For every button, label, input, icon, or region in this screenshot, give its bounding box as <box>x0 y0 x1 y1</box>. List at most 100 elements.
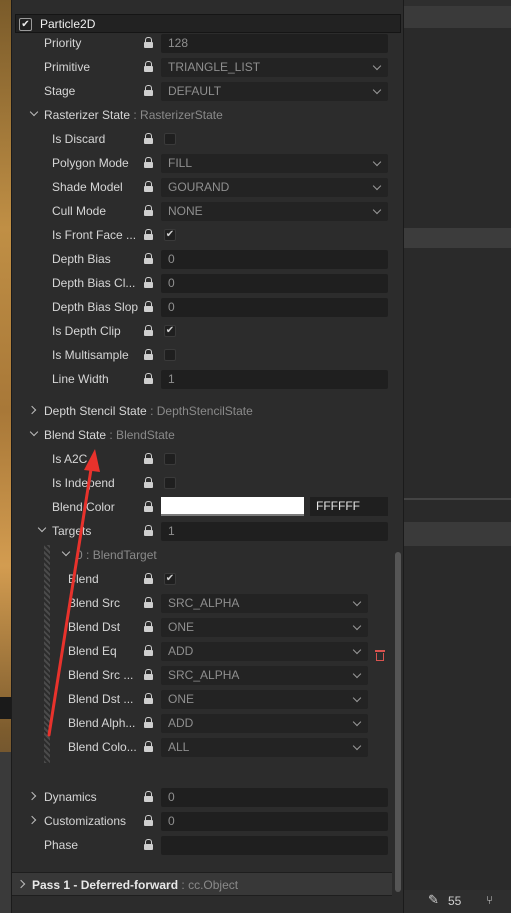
property-label: Depth Bias Slop <box>52 300 139 314</box>
lock-icon[interactable] <box>144 693 153 705</box>
lock-icon[interactable] <box>144 669 153 681</box>
chevron-down-icon <box>372 205 382 215</box>
lock-icon[interactable] <box>144 181 153 193</box>
lock-icon[interactable] <box>144 277 153 289</box>
property-stage: Stage DEFAULT <box>12 81 405 101</box>
is-multisample-checkbox[interactable] <box>164 349 176 361</box>
alpha-bar <box>161 514 304 516</box>
property-blend-dst: Blend Dst ONE <box>12 617 405 637</box>
expand-arrow-icon[interactable] <box>27 791 37 801</box>
depth-bias-input[interactable]: 0 <box>161 250 388 269</box>
lock-icon[interactable] <box>144 61 153 73</box>
lock-icon[interactable] <box>144 133 153 145</box>
dynamics-input[interactable]: 0 <box>161 788 388 807</box>
property-label: Is Discard <box>52 132 106 146</box>
line-width-input[interactable]: 1 <box>161 370 388 389</box>
branch-icon[interactable]: ⑂ <box>486 893 493 907</box>
chevron-down-icon <box>352 741 362 751</box>
lock-icon[interactable] <box>144 453 153 465</box>
rasterizer-state-section[interactable]: Rasterizer State : RasterizerState <box>12 105 405 125</box>
expand-arrow-icon[interactable] <box>61 547 71 557</box>
customizations-input[interactable]: 0 <box>161 812 388 831</box>
lock-icon[interactable] <box>144 205 153 217</box>
select-value: DEFAULT <box>168 84 222 98</box>
primitive-select[interactable]: TRIANGLE_LIST <box>161 58 388 77</box>
property-label: Dynamics <box>44 790 97 804</box>
lock-icon[interactable] <box>144 621 153 633</box>
lock-icon[interactable] <box>144 597 153 609</box>
inspector-panel: ✔ Particle2D Priority 128 Primitive TRIA… <box>11 0 404 913</box>
chevron-down-icon <box>352 717 362 727</box>
lock-icon[interactable] <box>144 525 153 537</box>
expand-arrow-icon[interactable] <box>27 405 37 415</box>
blend-dst-select[interactable]: ONE <box>161 618 368 637</box>
lock-icon[interactable] <box>144 573 153 585</box>
expand-arrow-icon[interactable] <box>29 107 39 117</box>
stage-select[interactable]: DEFAULT <box>161 82 388 101</box>
cull-mode-select[interactable]: NONE <box>161 202 388 221</box>
chevron-down-icon <box>352 669 362 679</box>
is-front-face-checkbox[interactable]: ✔ <box>164 229 176 241</box>
lock-icon[interactable] <box>144 37 153 49</box>
blend-target-0[interactable]: 0 : BlendTarget <box>12 545 405 565</box>
is-a2c-checkbox[interactable] <box>164 453 176 465</box>
property-blend-color-mask: Blend Colo... ALL <box>12 737 405 757</box>
pencil-icon[interactable]: ✎ <box>428 892 439 908</box>
blend-checkbox[interactable]: ✔ <box>164 573 176 585</box>
property-label: Phase <box>44 838 79 852</box>
lock-icon[interactable] <box>144 717 153 729</box>
lock-icon[interactable] <box>144 741 153 753</box>
lock-icon[interactable] <box>144 301 153 313</box>
targets-count-input[interactable]: 1 <box>161 522 388 541</box>
lock-icon[interactable] <box>144 791 153 803</box>
is-discard-checkbox[interactable] <box>164 133 176 145</box>
blend-color-mask-select[interactable]: ALL <box>161 738 368 757</box>
is-depth-clip-checkbox[interactable]: ✔ <box>164 325 176 337</box>
property-cull-mode: Cull Mode NONE <box>12 201 405 221</box>
lock-icon[interactable] <box>144 373 153 385</box>
trash-icon[interactable] <box>375 650 385 661</box>
blend-eq-select[interactable]: ADD <box>161 642 368 661</box>
property-is-a2c: Is A2C <box>12 449 405 469</box>
adjacent-panel-row <box>404 228 511 248</box>
expand-arrow-icon[interactable] <box>27 815 37 825</box>
shade-model-select[interactable]: GOURAND <box>161 178 388 197</box>
expand-arrow-icon[interactable] <box>16 879 26 889</box>
property-label: Blend Colo... <box>68 740 137 754</box>
enable-checkbox[interactable]: ✔ <box>19 18 32 31</box>
depth-bias-clamp-input[interactable]: 0 <box>161 274 388 293</box>
expand-arrow-icon[interactable] <box>29 427 39 437</box>
is-independ-checkbox[interactable] <box>164 477 176 489</box>
lock-icon[interactable] <box>144 815 153 827</box>
property-is-front-face: Is Front Face ... ✔ <box>12 225 405 245</box>
blend-dst-alpha-select[interactable]: ONE <box>161 690 368 709</box>
expand-arrow-icon[interactable] <box>37 523 47 533</box>
lock-icon[interactable] <box>144 325 153 337</box>
chevron-down-icon <box>372 61 382 71</box>
lock-icon[interactable] <box>144 645 153 657</box>
blend-src-alpha-select[interactable]: SRC_ALPHA <box>161 666 368 685</box>
blend-state-section[interactable]: Blend State : BlendState <box>12 425 405 445</box>
lock-icon[interactable] <box>144 229 153 241</box>
blend-src-select[interactable]: SRC_ALPHA <box>161 594 368 613</box>
lock-icon[interactable] <box>144 477 153 489</box>
lock-icon[interactable] <box>144 85 153 97</box>
polygon-mode-select[interactable]: FILL <box>161 154 388 173</box>
adjacent-panel <box>404 0 511 913</box>
property-label: Priority <box>44 36 82 50</box>
lock-icon[interactable] <box>144 501 153 513</box>
priority-input[interactable]: 128 <box>161 34 388 53</box>
depth-bias-slop-input[interactable]: 0 <box>161 298 388 317</box>
component-header[interactable]: ✔ Particle2D <box>15 14 401 33</box>
lock-icon[interactable] <box>144 253 153 265</box>
pass-1-section[interactable]: Pass 1 - Deferred-forward : cc.Object <box>12 872 392 896</box>
blend-alpha-eq-select[interactable]: ADD <box>161 714 368 733</box>
lock-icon[interactable] <box>144 349 153 361</box>
scrollbar[interactable] <box>395 552 401 892</box>
lock-icon[interactable] <box>144 157 153 169</box>
property-dynamics: Dynamics 0 <box>12 787 405 807</box>
phase-input[interactable] <box>161 836 388 855</box>
lock-icon[interactable] <box>144 839 153 851</box>
hex-color-input[interactable]: FFFFFF <box>310 497 388 516</box>
depth-stencil-state-section[interactable]: Depth Stencil State : DepthStencilState <box>12 401 405 421</box>
